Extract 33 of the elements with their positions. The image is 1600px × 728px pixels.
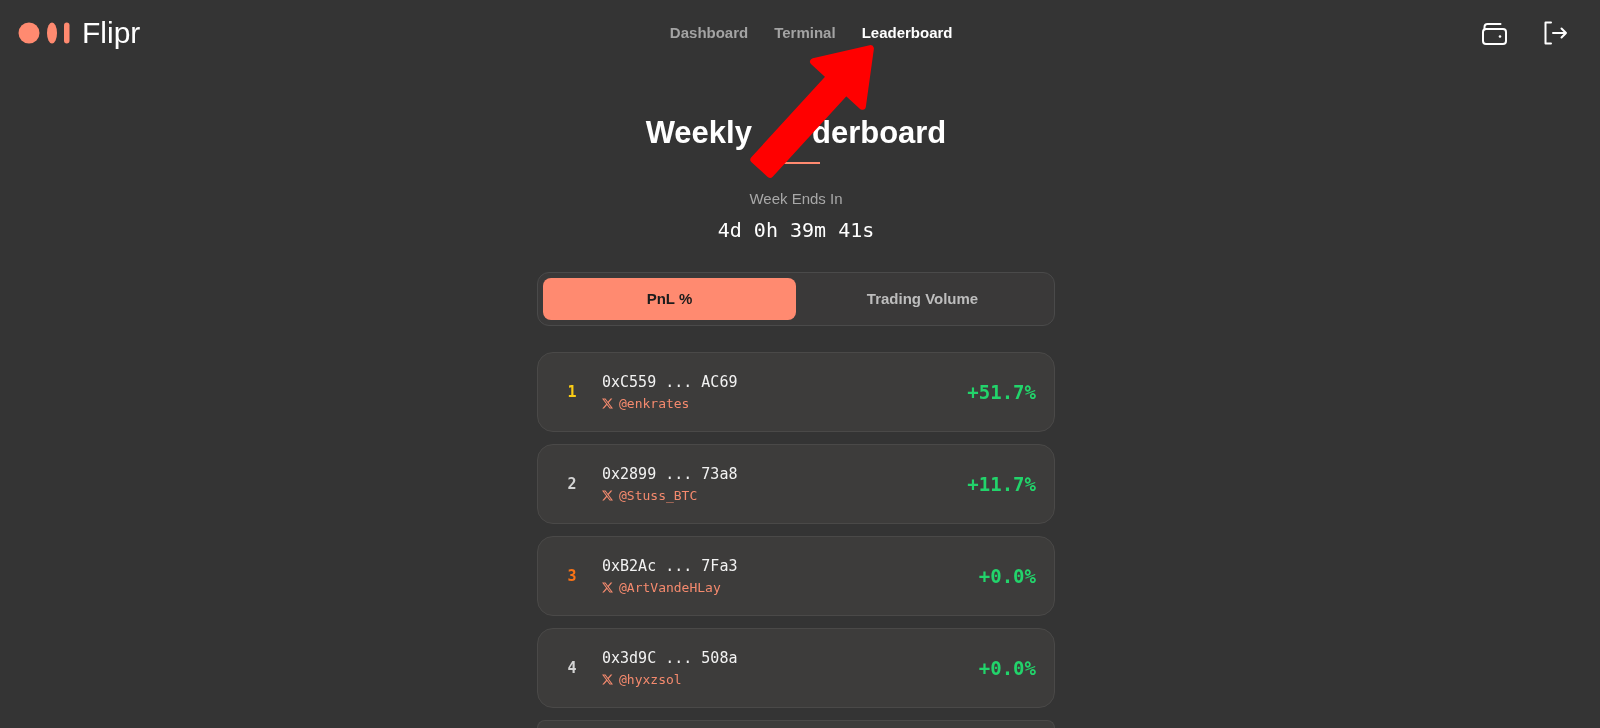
pnl-value: +0.0% — [978, 564, 1036, 589]
wallet-icon[interactable] — [1482, 21, 1507, 45]
pnl-value: +51.7% — [967, 380, 1036, 405]
nav-link[interactable]: Terminal — [774, 23, 836, 43]
nav-link[interactable]: Dashboard — [669, 23, 749, 43]
countdown-timer: 4d 0h 39m 41s — [717, 217, 875, 244]
leaderboard-tab[interactable]: PnL % — [543, 278, 796, 320]
app-name: Flipr — [82, 15, 141, 51]
rank-number: 3 — [566, 566, 578, 586]
rank-number: 4 — [566, 658, 578, 678]
x-logo-icon — [602, 674, 613, 685]
x-logo-icon — [602, 490, 613, 501]
rank-number: 1 — [566, 382, 578, 402]
wallet-address: 0x3d9C ... 508a — [602, 647, 738, 668]
nav-link[interactable]: Leaderboard — [861, 23, 953, 43]
x-handle[interactable]: @hyxzsol — [619, 670, 682, 689]
countdown-label: Week Ends In — [749, 189, 843, 209]
x-handle[interactable]: @Stuss_BTC — [619, 486, 698, 505]
wallet-address: 0xC559 ... AC69 — [602, 371, 738, 392]
x-handle[interactable]: @enkrates — [619, 394, 690, 413]
wallet-address: 0xB2Ac ... 7Fa3 — [602, 555, 738, 576]
page-title: derboard — [811, 114, 947, 152]
logo-icon — [18, 22, 70, 44]
pnl-value: +0.0% — [978, 656, 1036, 681]
page-title: Weekly — [645, 114, 752, 152]
leaderboard-tab[interactable]: Trading Volume — [796, 278, 1049, 320]
wallet-address: 0x2899 ... 73a8 — [602, 463, 738, 484]
pnl-value: +11.7% — [967, 472, 1036, 497]
logout-icon[interactable] — [1544, 21, 1568, 45]
x-handle[interactable]: @ArtVandeHLay — [619, 578, 721, 597]
rank-number: 2 — [566, 474, 578, 494]
x-logo-icon — [602, 582, 613, 593]
x-logo-icon — [602, 398, 613, 409]
